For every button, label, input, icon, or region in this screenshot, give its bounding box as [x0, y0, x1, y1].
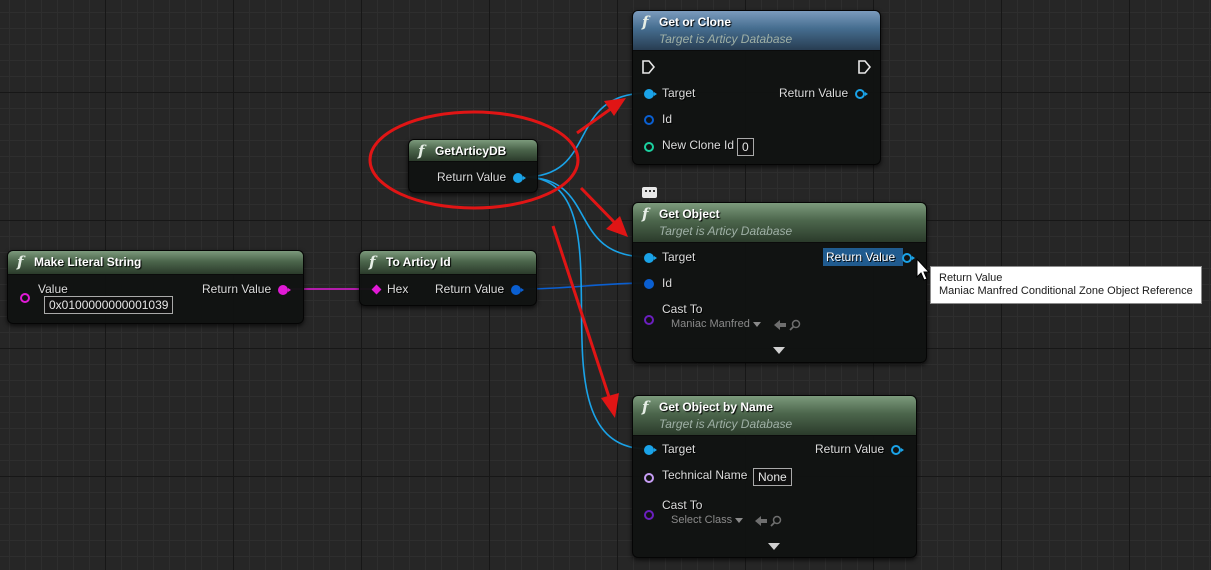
node-header: f Make Literal String [8, 251, 303, 275]
node-title: Make Literal String [34, 255, 142, 269]
function-icon: f [642, 13, 649, 31]
comment-bubble-icon[interactable] [642, 187, 657, 198]
chevron-down-icon [752, 321, 761, 327]
value-pin[interactable] [20, 293, 30, 303]
new-clone-id-label: New Clone Id [662, 138, 735, 152]
node-subtitle: Target is Articy Database [659, 32, 793, 46]
node-header: f GetArticyDB [409, 140, 537, 162]
node-header: f Get Object Target is Articy Database [633, 203, 926, 243]
target-pin[interactable] [644, 445, 657, 455]
tooltip-description: Maniac Manfred Conditional Zone Object R… [939, 285, 1193, 297]
arrow-left-icon[interactable] [773, 319, 787, 331]
return-value-pin[interactable] [513, 173, 526, 183]
hex-pin[interactable] [371, 284, 382, 295]
node-title: Get Object by Name [659, 400, 774, 414]
return-value-label: Return Value [202, 282, 272, 296]
id-label: Id [662, 276, 673, 290]
cast-to-pin[interactable] [644, 315, 654, 325]
node-get-object[interactable]: f Get Object Target is Articy Database T… [632, 202, 927, 363]
wire-db-to-getorclone [523, 92, 649, 178]
hex-label: Hex [387, 282, 409, 296]
node-title: Get or Clone [659, 15, 732, 29]
new-clone-id-pin[interactable] [644, 142, 654, 152]
function-icon: f [369, 253, 376, 271]
return-value-label: Return Value [779, 86, 849, 100]
node-header: f Get Object by Name Target is Articy Da… [633, 396, 916, 436]
node-header: f To Articy Id [360, 251, 536, 275]
cast-to-pin[interactable] [644, 510, 654, 520]
function-icon: f [642, 205, 649, 223]
node-title: GetArticyDB [435, 144, 507, 158]
wire-articyid-to-id [521, 282, 649, 290]
exec-out-pin[interactable] [857, 60, 871, 74]
technical-name-pin[interactable] [644, 473, 654, 483]
return-value-pin[interactable] [511, 285, 524, 295]
target-label: Target [662, 250, 696, 264]
return-value-tooltip: Return Value Maniac Manfred Conditional … [930, 266, 1202, 304]
id-pin[interactable] [644, 279, 654, 289]
node-get-articy-db[interactable]: f GetArticyDB Return Value [408, 139, 538, 193]
target-label: Target [662, 442, 696, 456]
exec-in-pin[interactable] [641, 60, 655, 74]
arrow-left-icon[interactable] [754, 515, 768, 527]
new-clone-id-field[interactable]: 0 [737, 138, 754, 156]
return-value-label: Return Value [437, 170, 507, 184]
value-label: Value [38, 282, 68, 296]
magnifier-icon[interactable] [789, 319, 801, 331]
node-subtitle: Target is Articy Database [659, 224, 793, 238]
exec-pin-icon [858, 60, 871, 74]
tooltip-title: Return Value [939, 272, 1003, 284]
cast-to-label: Cast To [662, 498, 703, 512]
technical-name-label: Technical Name [662, 468, 748, 482]
chevron-down-icon [735, 517, 744, 523]
wire-db-to-getobject [523, 176, 649, 258]
return-value-label[interactable]: Return Value [826, 250, 895, 264]
node-get-object-by-name[interactable]: f Get Object by Name Target is Articy Da… [632, 395, 917, 558]
id-pin[interactable] [644, 115, 654, 125]
expand-arrow-icon[interactable] [768, 543, 780, 550]
return-value-label: Return Value [435, 282, 505, 296]
target-pin[interactable] [644, 253, 657, 263]
expand-arrow-icon[interactable] [773, 347, 785, 354]
cast-to-dropdown[interactable]: Maniac Manfred [671, 318, 761, 330]
cast-to-label: Cast To [662, 302, 703, 316]
return-value-label: Return Value [815, 442, 885, 456]
node-header: f Get or Clone Target is Articy Database [633, 11, 880, 51]
target-pin[interactable] [644, 89, 657, 99]
return-value-pin[interactable] [891, 445, 904, 455]
wire-db-to-getobjectbyname [523, 176, 649, 450]
magnifier-icon[interactable] [770, 515, 782, 527]
node-title: To Articy Id [386, 255, 451, 269]
function-icon: f [642, 398, 649, 416]
node-title: Get Object [659, 207, 720, 221]
node-make-literal-string[interactable]: f Make Literal String Value 0x0100000000… [7, 250, 304, 324]
return-value-pin[interactable] [278, 285, 291, 295]
return-value-pin[interactable] [855, 89, 868, 99]
cast-to-value: Select Class [671, 514, 733, 526]
function-icon: f [418, 142, 425, 160]
function-icon: f [17, 253, 24, 271]
node-to-articy-id[interactable]: f To Articy Id Hex Return Value [359, 250, 537, 306]
exec-pin-icon [642, 60, 655, 74]
return-value-pin[interactable] [902, 253, 915, 263]
target-label: Target [662, 86, 696, 100]
node-subtitle: Target is Articy Database [659, 417, 793, 431]
node-get-or-clone[interactable]: f Get or Clone Target is Articy Database… [632, 10, 881, 165]
id-label: Id [662, 112, 673, 126]
value-field[interactable]: 0x0100000000001039 [44, 296, 174, 314]
technical-name-field[interactable]: None [753, 468, 792, 486]
cast-to-dropdown[interactable]: Select Class [671, 514, 744, 526]
cast-to-value: Maniac Manfred [671, 318, 750, 330]
